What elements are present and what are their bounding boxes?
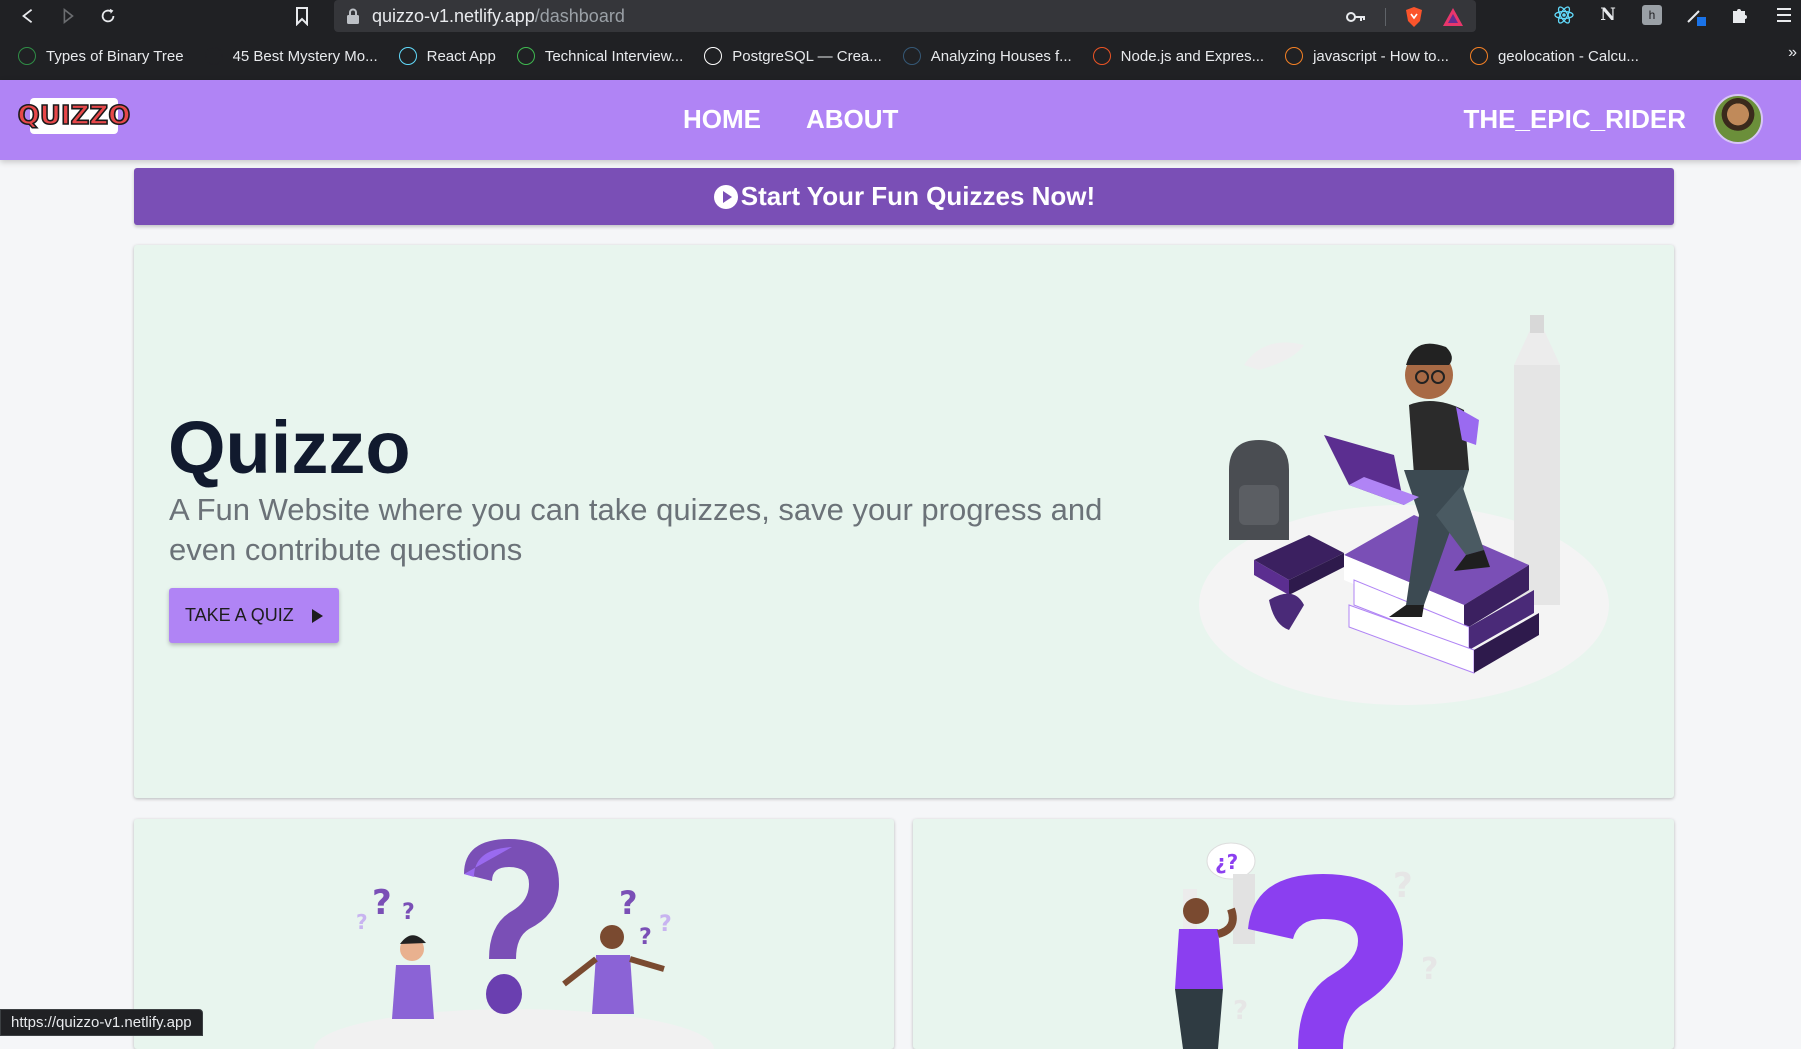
student-illustration — [1199, 315, 1609, 705]
url-text: quizzo-v1.netlify.app/dashboard — [372, 6, 625, 27]
bookmark-label: PostgreSQL — Crea... — [732, 47, 882, 65]
svg-text:?: ? — [356, 910, 368, 934]
forward-icon — [63, 8, 74, 24]
puzzle-icon[interactable] — [1729, 4, 1751, 26]
svg-text:?: ? — [659, 912, 672, 937]
brave-rewards-icon[interactable] — [1442, 7, 1464, 27]
bookmark-label: Technical Interview... — [544, 47, 684, 65]
medium-icon — [704, 47, 723, 65]
bookmarks-bar: Types of Binary Tree 45 Best Mystery Mo..… — [0, 32, 1801, 80]
bookmark-item[interactable]: Technical Interview... — [516, 47, 684, 65]
menu-icon[interactable] — [1773, 4, 1795, 26]
hero-title: Quizzo — [168, 406, 411, 489]
bookmarks-overflow-button[interactable]: » — [1788, 44, 1797, 62]
bookmark-item[interactable]: Analyzing Houses f... — [902, 47, 1072, 65]
reload-icon — [101, 8, 115, 23]
bookmark-item[interactable]: 45 Best Mystery Mo... — [204, 47, 378, 65]
svg-text:?: ? — [372, 883, 392, 923]
bookmark-page-button[interactable] — [292, 6, 314, 27]
react-icon — [398, 47, 417, 65]
bookmark-label: React App — [426, 47, 496, 65]
notion-icon[interactable]: N — [1597, 4, 1619, 26]
divider — [1385, 8, 1386, 26]
auth0-icon — [1092, 47, 1111, 65]
svg-text:?: ? — [402, 900, 415, 925]
back-icon — [22, 8, 33, 24]
hero-card: Quizzo A Fun Website where you can take … — [134, 245, 1674, 798]
take-quiz-label: TAKE A QUIZ — [185, 605, 294, 625]
bookmark-item[interactable]: geolocation - Calcu... — [1469, 47, 1639, 65]
bookmark-item[interactable]: Types of Binary Tree — [18, 47, 184, 65]
forward-button[interactable] — [48, 0, 88, 32]
avatar[interactable] — [1713, 94, 1763, 144]
g-icon — [204, 47, 223, 65]
nav-about-link[interactable]: ABOUT — [806, 104, 898, 135]
thinking-person-illustration: ¿? ? ? ? — [1175, 842, 1438, 1049]
svg-text:?: ? — [619, 884, 638, 922]
url-path: /dashboard — [534, 5, 625, 26]
tds-icon — [902, 47, 921, 65]
bookmark-label: Analyzing Houses f... — [930, 47, 1072, 65]
username[interactable]: THE_EPIC_RIDER — [1464, 104, 1687, 135]
status-bar-url: https://quizzo-v1.netlify.app — [0, 1009, 203, 1036]
gfg-icon — [18, 47, 36, 65]
react-devtools-icon[interactable] — [1553, 4, 1575, 26]
svg-text:?: ? — [1393, 866, 1413, 906]
stackoverflow-icon — [1285, 47, 1304, 65]
bookmark-icon — [296, 7, 308, 27]
browser-toolbar: quizzo-v1.netlify.app/dashboard N h — [0, 0, 1801, 32]
bookmark-label: Node.js and Expres... — [1120, 47, 1265, 65]
take-quiz-button[interactable]: TAKE A QUIZ — [169, 588, 339, 643]
feature-card-left: ? ? ? ? ? ? — [134, 819, 894, 1049]
bookmark-item[interactable]: React App — [398, 47, 496, 65]
main-nav: HOME ABOUT — [683, 104, 898, 135]
tc-icon — [516, 47, 535, 65]
reload-button[interactable] — [88, 0, 128, 32]
banner-label: Start Your Fun Quizzes Now! — [740, 181, 1096, 211]
address-bar-actions — [1345, 6, 1464, 28]
back-button[interactable] — [8, 0, 48, 32]
svg-text:?: ? — [1421, 952, 1438, 987]
bookmark-item[interactable]: javascript - How to... — [1285, 47, 1449, 65]
brave-shield-icon[interactable] — [1404, 6, 1424, 28]
lock-icon — [347, 8, 359, 24]
start-quiz-banner[interactable]: Start Your Fun Quizzes Now! — [134, 168, 1674, 225]
extensions-area: N h — [1553, 4, 1801, 26]
app-header: QUIZZO HOME ABOUT THE_EPIC_RIDER — [0, 80, 1801, 160]
extension-grey-icon[interactable]: h — [1641, 4, 1663, 26]
confused-people-illustration: ? ? ? ? ? ? — [314, 839, 714, 1049]
svg-text:¿?: ¿? — [1215, 850, 1238, 874]
address-bar[interactable]: quizzo-v1.netlify.app/dashboard — [334, 0, 1476, 32]
logo[interactable]: QUIZZO — [17, 98, 131, 134]
feature-card-right: ¿? ? ? ? — [913, 819, 1674, 1049]
hero-subtitle: A Fun Website where you can take quizzes… — [169, 492, 1103, 567]
stackoverflow-icon — [1469, 47, 1488, 65]
svg-text:?: ? — [639, 925, 652, 950]
bookmark-item[interactable]: Node.js and Expres... — [1092, 47, 1265, 65]
bookmark-label: javascript - How to... — [1313, 47, 1449, 65]
bookmark-label: geolocation - Calcu... — [1497, 47, 1639, 65]
play-circle-icon — [713, 184, 738, 209]
bookmark-label: 45 Best Mystery Mo... — [232, 47, 378, 65]
key-icon[interactable] — [1345, 9, 1367, 25]
url-host: quizzo-v1.netlify.app — [372, 5, 535, 26]
play-arrow-icon — [311, 608, 323, 623]
browser-chrome: quizzo-v1.netlify.app/dashboard N h Type… — [0, 0, 1801, 80]
nav-home-link[interactable]: HOME — [683, 104, 761, 135]
svg-text:?: ? — [1233, 996, 1248, 1026]
color-picker-icon[interactable] — [1685, 4, 1707, 26]
bookmark-item[interactable]: PostgreSQL — Crea... — [704, 47, 882, 65]
bookmark-label: Types of Binary Tree — [46, 47, 184, 65]
